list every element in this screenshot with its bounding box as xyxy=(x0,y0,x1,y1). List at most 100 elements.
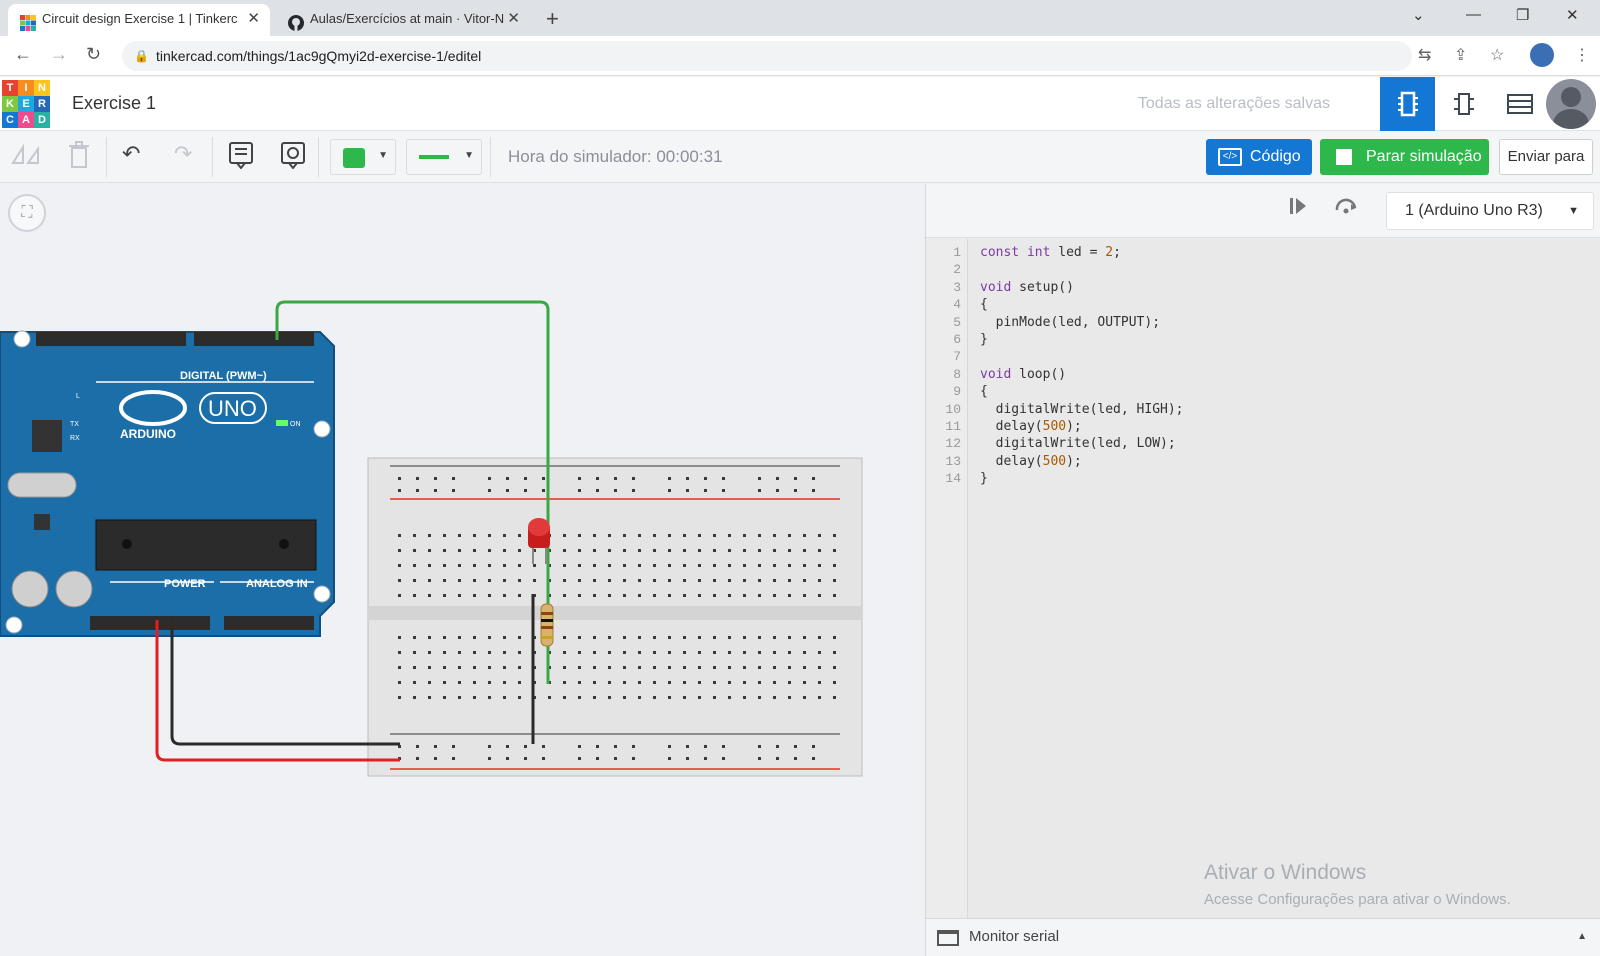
toolbar-divider xyxy=(106,137,107,177)
browser-tab-github[interactable]: Aulas/Exercícios at main · Vitor-N ✕ xyxy=(276,4,530,36)
code-line: { xyxy=(980,297,988,313)
code-button[interactable]: </> Código xyxy=(1206,139,1312,175)
circuit-canvas[interactable]: ⛶ DIGITAL (PWM~) ARDUINO UNO ON L TX RX … xyxy=(0,184,925,956)
fill-color-dropdown[interactable]: ▼ xyxy=(330,139,396,175)
close-tab-icon[interactable]: ✕ xyxy=(507,4,520,34)
bookmark-star-icon[interactable]: ☆ xyxy=(1490,45,1504,65)
code-line: void loop() xyxy=(980,366,1067,382)
restore-icon[interactable]: ❐ xyxy=(1516,6,1529,24)
tinkercad-favicon-icon xyxy=(20,12,36,31)
arduino-rx-label: RX xyxy=(70,435,80,442)
translate-icon[interactable]: ⇆ xyxy=(1418,45,1431,65)
window-close-icon[interactable]: ✕ xyxy=(1566,6,1579,24)
circuit-view-button[interactable] xyxy=(1380,77,1435,131)
windows-activation-watermark: Ativar o Windows Acesse Configurações pa… xyxy=(1204,861,1511,908)
arduino-uno-board[interactable] xyxy=(0,330,335,637)
project-title[interactable]: Exercise 1 xyxy=(72,93,156,114)
arduino-power-label: POWER xyxy=(164,578,206,590)
browser-tab-tinkercad[interactable]: Circuit design Exercise 1 | Tinkerc ✕ xyxy=(8,4,270,36)
logo-letter: I xyxy=(18,80,34,96)
toolbar-divider xyxy=(318,137,319,177)
arduino-model-label: UNO xyxy=(208,396,257,421)
tinkercad-logo[interactable]: T I N K E R C A D xyxy=(2,80,50,128)
step-run-icon[interactable] xyxy=(1288,196,1308,222)
code-line: digitalWrite(led, HIGH); xyxy=(995,401,1184,417)
wire-type-dropdown[interactable]: ▼ xyxy=(406,139,482,175)
profile-avatar-icon[interactable] xyxy=(1530,43,1554,67)
url-text: tinkercad.com/things/1ac9gQmyi2d-exercis… xyxy=(156,48,482,64)
arduino-brand-label: ARDUINO xyxy=(120,427,176,441)
line-number: 5 xyxy=(953,314,961,330)
tab-search-icon[interactable]: ⌄ xyxy=(1412,6,1425,24)
url-input[interactable]: 🔒 tinkercad.com/things/1ac9gQmyi2d-exerc… xyxy=(122,41,1412,71)
minimize-icon[interactable]: — xyxy=(1466,6,1481,23)
toolbar-divider xyxy=(490,137,491,177)
browser-tab-bar: Circuit design Exercise 1 | Tinkerc ✕ Au… xyxy=(0,0,1600,36)
serial-monitor-bar[interactable]: Monitor serial ▲ xyxy=(926,918,1600,956)
code-line: const int led = 2; xyxy=(980,245,1121,260)
board-select-dropdown[interactable]: 1 (Arduino Uno R3) ▼ xyxy=(1386,192,1594,230)
arduino-analog-label: ANALOG IN xyxy=(246,578,308,590)
schematic-view-button[interactable] xyxy=(1436,77,1491,131)
github-favicon-icon xyxy=(288,12,304,31)
tab-title: Circuit design Exercise 1 | Tinkerc xyxy=(42,11,238,26)
tab-title: Aulas/Exercícios at main · Vitor-N xyxy=(310,11,505,26)
reload-icon[interactable]: ↻ xyxy=(86,44,101,65)
editor-toolbar: ↶ ↷ ▼ ▼ Hora do simulador: 00:00:31 </> … xyxy=(0,131,1600,183)
undo-icon[interactable]: ↶ xyxy=(122,141,140,167)
user-avatar[interactable] xyxy=(1546,79,1596,129)
close-tab-icon[interactable]: ✕ xyxy=(247,4,260,34)
arduino-tx-label: TX xyxy=(70,421,79,428)
wire-style-swatch xyxy=(419,155,449,159)
back-icon[interactable]: ← xyxy=(14,44,32,65)
stop-icon xyxy=(1336,149,1352,165)
line-number: 13 xyxy=(945,453,961,469)
fill-color-swatch xyxy=(343,148,365,168)
code-line: delay(500); xyxy=(995,453,1082,469)
arduino-l-label: L xyxy=(76,393,80,400)
watermark-title: Ativar o Windows xyxy=(1204,861,1367,884)
browser-menu-icon[interactable]: ⋮ xyxy=(1574,45,1590,65)
board-select-value: 1 (Arduino Uno R3) xyxy=(1405,202,1543,219)
share-icon[interactable]: ⇪ xyxy=(1454,45,1467,65)
line-number: 9 xyxy=(953,384,961,400)
stop-simulation-label: Parar simulação xyxy=(1366,148,1482,165)
chevron-up-icon: ▲ xyxy=(1577,931,1587,942)
logo-letter: R xyxy=(34,96,50,112)
logo-letter: E xyxy=(18,96,34,112)
code-line: pinMode(led, OUTPUT); xyxy=(995,314,1161,330)
code-icon: </> xyxy=(1218,148,1242,166)
resistor[interactable] xyxy=(540,603,554,647)
app-header: T I N K E R C A D Exercise 1 Todas as al… xyxy=(0,77,1600,131)
send-to-button[interactable]: Enviar para xyxy=(1499,139,1593,175)
note-visibility-icon[interactable] xyxy=(280,141,306,175)
line-number: 3 xyxy=(953,279,961,295)
redo-icon[interactable]: ↷ xyxy=(174,141,192,167)
line-number: 11 xyxy=(945,419,961,434)
logo-letter: C xyxy=(2,112,18,128)
red-5v-wire[interactable] xyxy=(155,620,400,762)
delete-icon[interactable] xyxy=(68,141,90,175)
new-tab-button[interactable]: + xyxy=(546,4,559,34)
line-number: 4 xyxy=(953,297,961,313)
black-gnd-wire[interactable] xyxy=(170,620,400,746)
code-line: void setup() xyxy=(980,279,1074,295)
breadboard[interactable] xyxy=(367,457,863,777)
rotate-icon[interactable] xyxy=(10,141,40,173)
line-number-gutter: 1 2 3 4 5 6 7 8 9 10 11 12 13 14 xyxy=(926,239,968,918)
component-list-button[interactable] xyxy=(1492,77,1547,131)
forward-icon[interactable]: → xyxy=(50,44,68,65)
simulator-time: Hora do simulador: 00:00:31 xyxy=(508,147,723,166)
debugger-icon[interactable] xyxy=(1334,196,1358,222)
line-number: 10 xyxy=(945,401,961,417)
code-editor[interactable]: 1 2 3 4 5 6 7 8 9 10 11 12 13 14 const int led = 2; vo… xyxy=(926,239,1600,918)
code-button-label: Código xyxy=(1250,148,1301,165)
arduino-on-label: ON xyxy=(290,421,301,428)
notes-icon[interactable] xyxy=(228,141,254,175)
line-number: 1 xyxy=(953,245,961,260)
chevron-down-icon: ▼ xyxy=(378,150,388,161)
watermark-subtitle: Acesse Configurações para ativar o Windo… xyxy=(1204,891,1511,908)
stop-simulation-button[interactable]: Parar simulação xyxy=(1320,139,1489,175)
line-number: 8 xyxy=(953,366,961,382)
logo-letter: A xyxy=(18,112,34,128)
